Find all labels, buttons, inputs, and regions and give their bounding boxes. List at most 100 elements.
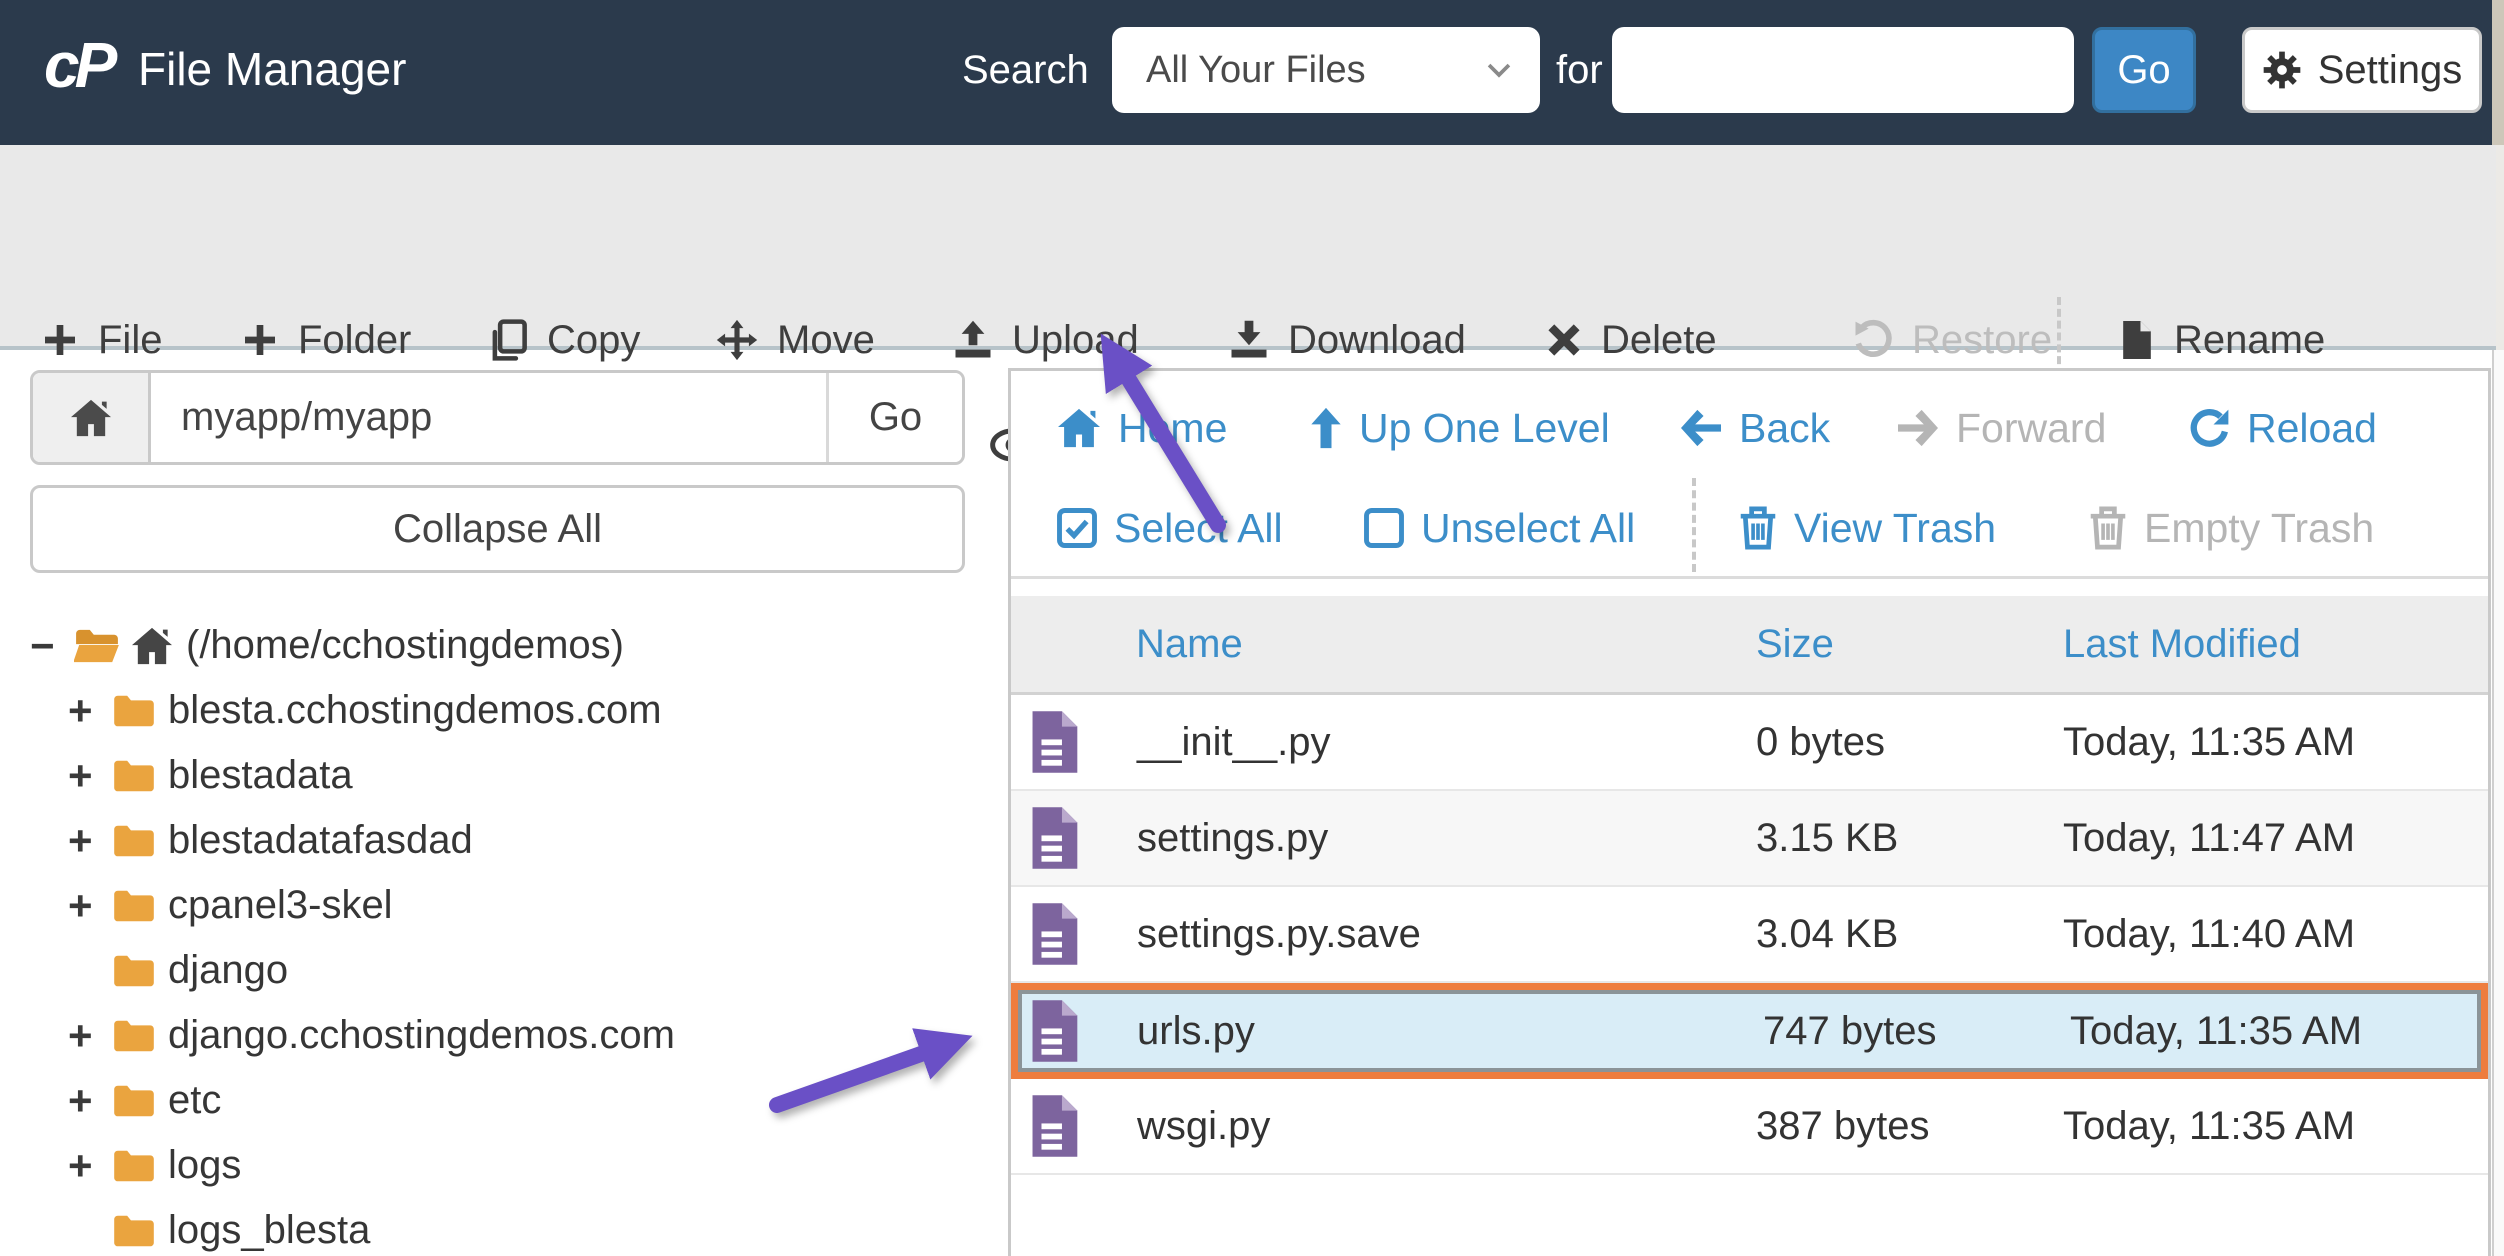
home-nav-button[interactable]: Home	[1056, 383, 1227, 473]
search-go-button[interactable]: Go	[2092, 27, 2196, 113]
file-table-header: Name Size Last Modified	[1011, 596, 2488, 695]
tree-item[interactable]: + django.cchostingdemos.com	[30, 1003, 990, 1068]
tree-item[interactable]: + etc	[30, 1068, 990, 1133]
folder-icon	[112, 1083, 168, 1119]
plus-icon	[40, 320, 80, 360]
search-scope-select[interactable]: All Your Files	[1112, 27, 1540, 113]
reload-label: Reload	[2247, 405, 2377, 452]
file-modified: Today, 11:47 AM	[2063, 816, 2488, 861]
expand-expander[interactable]: +	[68, 1012, 112, 1060]
path-home-button[interactable]	[33, 373, 151, 462]
forward-button[interactable]: Forward	[1896, 383, 2106, 473]
expand-expander[interactable]: +	[68, 817, 112, 865]
upload-icon	[952, 319, 994, 361]
tree-item[interactable]: + blesta.cchostingdemos.com	[30, 678, 990, 743]
column-header-last-modified[interactable]: Last Modified	[2063, 622, 2488, 667]
collapse-all-button[interactable]: Collapse All	[30, 485, 965, 573]
tree-item[interactable]: logs_blesta	[30, 1198, 990, 1256]
unselect-all-button[interactable]: Unselect All	[1363, 483, 1635, 573]
forward-label: Forward	[1956, 405, 2106, 452]
tree-item[interactable]: + blestadata	[30, 743, 990, 808]
back-button[interactable]: Back	[1679, 383, 1830, 473]
checkbox-checked-icon	[1056, 507, 1098, 549]
chevron-down-icon	[1482, 53, 1516, 87]
view-trash-button[interactable]: View Trash	[1738, 483, 1996, 573]
collapse-expander[interactable]: −	[30, 622, 74, 670]
tree-item-label: blestadatafasdad	[168, 818, 473, 863]
folder-icon	[112, 953, 168, 989]
file-size: 3.04 KB	[1734, 912, 2063, 957]
tree-item[interactable]: django	[30, 938, 990, 1003]
expand-expander[interactable]: +	[68, 752, 112, 800]
tree-item-label: blestadata	[168, 753, 353, 798]
file-size: 0 bytes	[1734, 720, 2063, 765]
trash-icon	[1738, 506, 1778, 550]
delete-label: Delete	[1601, 318, 1717, 363]
tree-item-label: django	[168, 948, 288, 993]
cpanel-logo-icon: cP	[44, 28, 112, 102]
folder-icon	[112, 823, 168, 859]
file-name: wsgi.py	[1137, 1104, 1270, 1149]
expand-expander[interactable]: +	[68, 1142, 112, 1190]
move-icon	[715, 318, 759, 362]
tree-item-label: etc	[168, 1078, 221, 1123]
scrollbar[interactable]	[2492, 350, 2504, 1256]
expand-expander[interactable]: +	[68, 1077, 112, 1125]
reload-button[interactable]: Reload	[2189, 383, 2377, 473]
table-row[interactable]: settings.py.save 3.04 KB Today, 11:40 AM	[1011, 887, 2488, 983]
home-icon	[130, 626, 186, 666]
python-file-icon	[1027, 902, 1079, 966]
search-input[interactable]	[1612, 27, 2074, 113]
table-row-selected[interactable]: urls.py 747 bytes Today, 11:35 AM	[1011, 983, 2488, 1079]
file-modified: Today, 11:35 AM	[2063, 1104, 2488, 1149]
top-header: cP File Manager Search All Your Files fo…	[0, 0, 2492, 145]
arrow-right-icon	[1896, 408, 1940, 448]
new-folder-label: Folder	[298, 318, 411, 363]
tree-item[interactable]: + logs	[30, 1133, 990, 1198]
settings-button[interactable]: Settings	[2242, 27, 2482, 113]
column-header-name[interactable]: Name	[1011, 622, 1734, 667]
expand-expander[interactable]: +	[68, 687, 112, 735]
file-size: 3.15 KB	[1734, 816, 2063, 861]
search-for-label: for	[1556, 48, 1603, 93]
home-icon	[69, 398, 113, 438]
folder-icon	[112, 1018, 168, 1054]
page-title: File Manager	[138, 42, 406, 96]
action-toolbar: File Folder Copy Move Upload Download De…	[0, 145, 2496, 350]
table-row[interactable]: wsgi.py 387 bytes Today, 11:35 AM	[1011, 1079, 2488, 1175]
table-row[interactable]: __init__.py 0 bytes Today, 11:35 AM	[1011, 695, 2488, 791]
file-modified: Today, 11:40 AM	[2063, 912, 2488, 957]
rename-label: Rename	[2174, 318, 2325, 363]
empty-trash-button[interactable]: Empty Trash	[2088, 483, 2374, 573]
up-one-level-label: Up One Level	[1359, 405, 1610, 452]
table-row[interactable]: settings.py 3.15 KB Today, 11:47 AM	[1011, 791, 2488, 887]
folder-icon	[112, 693, 168, 729]
file-table: Name Size Last Modified __init__.py 0 by…	[1011, 596, 2488, 1175]
download-icon	[1228, 319, 1270, 361]
view-trash-label: View Trash	[1794, 505, 1996, 552]
path-go-button[interactable]: Go	[826, 373, 962, 462]
window-edge	[2496, 145, 2504, 350]
python-file-icon	[1027, 806, 1079, 870]
tree-item[interactable]: + cpanel3-skel	[30, 873, 990, 938]
select-all-button[interactable]: Select All	[1056, 483, 1283, 573]
path-input[interactable]	[151, 373, 826, 462]
move-label: Move	[777, 318, 875, 363]
tree-item-label: django.cchostingdemos.com	[168, 1013, 675, 1058]
arrow-left-icon	[1679, 408, 1723, 448]
pane-rule	[1011, 576, 2488, 579]
checkbox-empty-icon	[1363, 507, 1405, 549]
tree-item-label: (/home/cchostingdemos)	[186, 623, 624, 668]
trash-icon	[2088, 506, 2128, 550]
search-label: Search	[962, 48, 1089, 93]
folder-icon	[112, 1213, 168, 1249]
tree-item-root[interactable]: − (/home/cchostingdemos)	[30, 613, 990, 678]
reload-icon	[2189, 407, 2231, 449]
select-all-label: Select All	[1114, 505, 1283, 552]
python-file-icon	[1027, 1094, 1079, 1158]
tree-item[interactable]: + blestadatafasdad	[30, 808, 990, 873]
copy-icon	[487, 319, 529, 361]
column-header-size[interactable]: Size	[1734, 622, 2063, 667]
expand-expander[interactable]: +	[68, 882, 112, 930]
up-one-level-button[interactable]: Up One Level	[1309, 383, 1610, 473]
